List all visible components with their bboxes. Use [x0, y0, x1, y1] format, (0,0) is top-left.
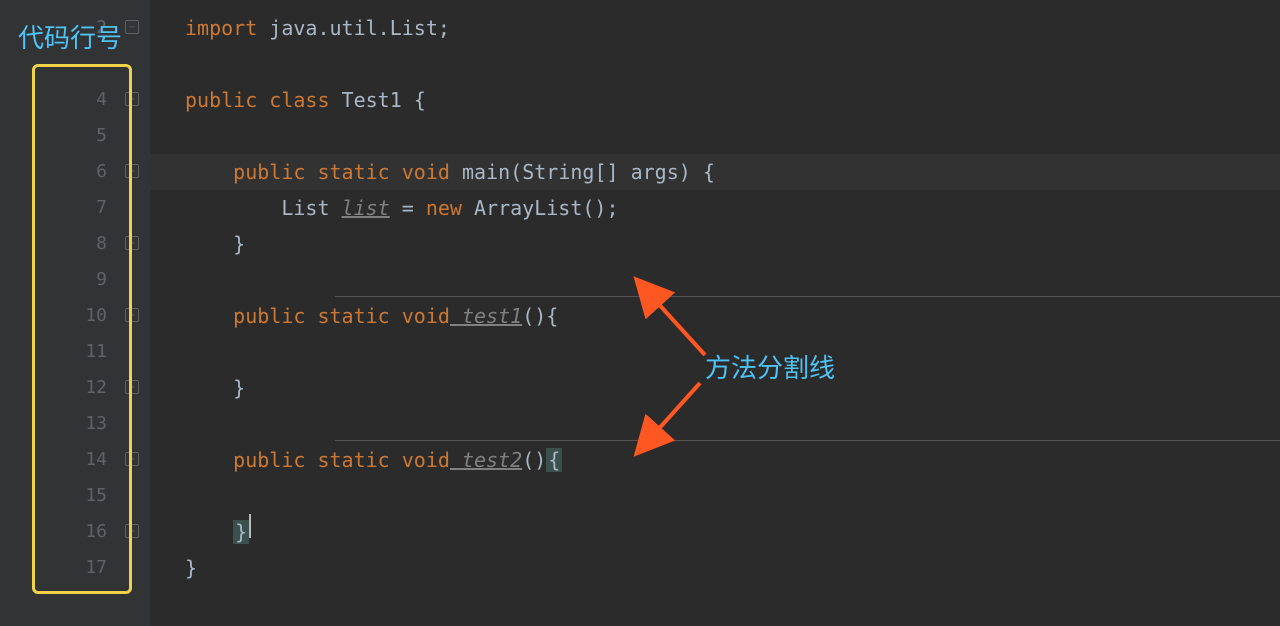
line-number[interactable]: 11 — [85, 334, 107, 370]
code-line[interactable] — [150, 478, 1280, 514]
fold-expand-icon[interactable]: − — [123, 450, 141, 468]
keyword-public: public — [233, 448, 305, 472]
code-line[interactable]: } — [150, 550, 1280, 586]
keyword-public: public — [233, 160, 305, 184]
code-line[interactable]: public class Test1 { — [150, 82, 1280, 118]
code-text: ArrayList(); — [462, 196, 619, 220]
code-line[interactable]: List list = new ArrayList(); — [150, 190, 1280, 226]
variable-name: list — [342, 196, 390, 220]
method-separator-line — [335, 296, 1280, 297]
code-brace-matched: } — [233, 520, 249, 544]
type-name: List — [281, 196, 341, 220]
code-line[interactable] — [150, 262, 1280, 298]
code-brace-matched: { — [546, 448, 562, 472]
keyword-new: new — [426, 196, 462, 220]
line-number[interactable]: 12 — [85, 370, 107, 406]
code-editor: 2 4 5 6 7 8 9 10 11 12 13 14 15 16 17 − … — [0, 0, 1280, 626]
code-line[interactable] — [150, 406, 1280, 442]
keyword-static: static — [305, 304, 389, 328]
code-line[interactable] — [150, 334, 1280, 370]
line-number[interactable]: 13 — [85, 406, 107, 442]
line-number[interactable]: 14 — [85, 442, 107, 478]
keyword-static: static — [305, 448, 389, 472]
code-text: (String[] args) { — [510, 160, 715, 184]
code-line[interactable]: import java.util.List; — [150, 10, 1280, 46]
fold-close-icon[interactable]: − — [123, 522, 141, 540]
line-number[interactable]: 10 — [85, 298, 107, 334]
fold-expand-icon[interactable]: − — [123, 90, 141, 108]
keyword-void: void — [390, 304, 450, 328]
line-numbers-column[interactable]: 2 4 5 6 7 8 9 10 11 12 13 14 15 16 17 — [85, 10, 107, 586]
fold-expand-icon[interactable]: − — [123, 306, 141, 324]
code-text: Test1 { — [330, 88, 426, 112]
code-text: (){ — [522, 304, 558, 328]
line-number[interactable]: 6 — [85, 154, 107, 190]
line-number[interactable]: 7 — [85, 190, 107, 226]
keyword-void: void — [390, 448, 450, 472]
code-brace: } — [185, 556, 197, 580]
code-line[interactable]: public static void main(String[] args) { — [150, 154, 1280, 190]
fold-collapse-icon[interactable]: − — [123, 18, 141, 36]
keyword-class: class — [257, 88, 329, 112]
text-cursor — [249, 514, 251, 538]
code-content[interactable]: import java.util.List; public class Test… — [150, 0, 1280, 626]
keyword-public: public — [233, 304, 305, 328]
method-separator-line — [335, 440, 1280, 441]
code-brace: } — [233, 232, 245, 256]
line-number[interactable]: 9 — [85, 262, 107, 298]
code-line[interactable] — [150, 46, 1280, 82]
keyword-static: static — [305, 160, 389, 184]
method-name: main — [450, 160, 510, 184]
code-line[interactable]: } — [150, 370, 1280, 406]
code-text: java.util.List; — [257, 16, 450, 40]
fold-expand-icon[interactable]: − — [123, 162, 141, 180]
code-text: = — [390, 196, 426, 220]
keyword-public: public — [185, 88, 257, 112]
line-number[interactable]: 8 — [85, 226, 107, 262]
keyword-void: void — [390, 160, 450, 184]
line-number[interactable]: 5 — [85, 118, 107, 154]
code-line[interactable]: public static void test1(){ — [150, 298, 1280, 334]
method-name: test1 — [450, 304, 522, 328]
gutter: 2 4 5 6 7 8 9 10 11 12 13 14 15 16 17 — [0, 0, 115, 626]
code-text: () — [522, 448, 546, 472]
code-line[interactable]: public static void test2(){ — [150, 442, 1280, 478]
line-number[interactable]: 15 — [85, 478, 107, 514]
line-number[interactable]: 16 — [85, 514, 107, 550]
method-name: test2 — [450, 448, 522, 472]
line-number[interactable]: 2 — [85, 10, 107, 46]
code-line[interactable]: } — [150, 514, 1280, 550]
code-line[interactable] — [150, 118, 1280, 154]
line-number[interactable] — [85, 46, 107, 82]
fold-close-icon[interactable]: − — [123, 234, 141, 252]
code-brace: } — [233, 376, 245, 400]
code-line[interactable]: } — [150, 226, 1280, 262]
line-number[interactable]: 17 — [85, 550, 107, 586]
fold-close-icon[interactable]: − — [123, 378, 141, 396]
keyword-import: import — [185, 16, 257, 40]
line-number[interactable]: 4 — [85, 82, 107, 118]
fold-column: − − − − − − − − — [115, 0, 150, 626]
